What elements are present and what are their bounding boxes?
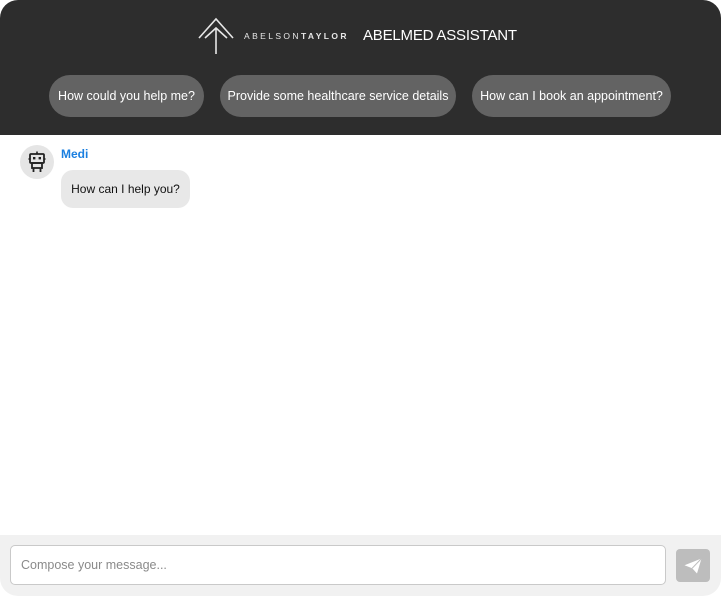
chat-window: ABELSONTAYLOR ABELMED ASSISTANT How coul… xyxy=(0,0,721,596)
paper-plane-icon xyxy=(684,557,702,573)
message-sender: Medi xyxy=(61,147,89,161)
chat-header: ABELSONTAYLOR ABELMED ASSISTANT How coul… xyxy=(0,0,721,135)
app-title: ABELMED ASSISTANT xyxy=(363,27,517,44)
message-bubble: How can I help you? xyxy=(61,170,190,208)
bot-avatar xyxy=(20,145,54,179)
suggestion-chip-help[interactable]: How could you help me? xyxy=(49,75,204,117)
abelson-taylor-logo-icon xyxy=(198,17,234,54)
message-input[interactable] xyxy=(10,545,666,585)
suggestion-chip-book-appointment[interactable]: How can I book an appointment? xyxy=(472,75,671,117)
composer xyxy=(0,535,721,596)
suggestion-chip-healthcare-details[interactable]: Provide some healthcare service details xyxy=(220,75,456,117)
brand-name-light: ABELSON xyxy=(244,31,301,41)
brand: ABELSONTAYLOR xyxy=(198,16,349,56)
brand-name: ABELSONTAYLOR xyxy=(244,31,349,41)
brand-name-bold: TAYLOR xyxy=(300,31,349,41)
send-button[interactable] xyxy=(676,549,710,582)
message-list: Medi How can I help you? xyxy=(0,135,721,535)
robot-icon xyxy=(28,151,46,172)
